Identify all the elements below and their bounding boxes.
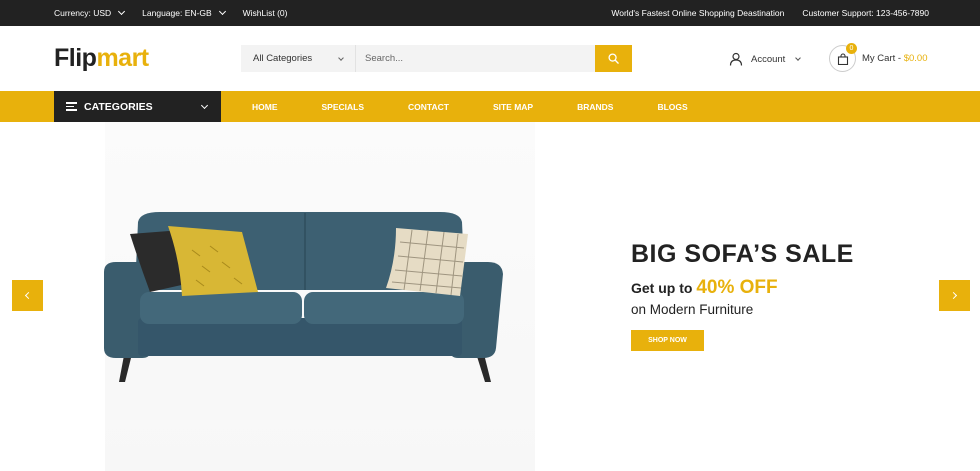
search-button[interactable] — [595, 45, 632, 72]
language-label: Language: EN-GB — [142, 8, 212, 18]
nav-menu: HOME SPECIALS CONTACT SITE MAP BRANDS BL… — [238, 91, 718, 122]
chevron-left-icon — [24, 291, 33, 300]
hero-slider: BIG SOFA’S SALE Get up to 40% OFF on Mod… — [0, 122, 980, 471]
menu-lines-icon — [66, 100, 77, 112]
tagline: World's Fastest Online Shopping Deastina… — [611, 8, 785, 18]
wishlist-label: WishList (0) — [242, 8, 288, 18]
shop-now-button[interactable]: SHOP NOW — [631, 330, 704, 351]
cart-count-badge: 0 — [846, 43, 857, 54]
chevron-down-icon — [338, 55, 344, 61]
chevron-down-icon — [218, 7, 226, 16]
nav-item-site-map[interactable]: SITE MAP — [493, 102, 533, 112]
chevron-down-icon — [118, 7, 126, 16]
categories-label: CATEGORIES — [84, 100, 153, 113]
nav-item-home[interactable]: HOME — [252, 102, 278, 112]
promo-subtitle: on Modern Furniture — [631, 302, 754, 317]
chevron-down-icon — [200, 101, 209, 110]
chevron-down-icon — [795, 54, 802, 61]
categories-button[interactable]: CATEGORIES — [54, 91, 221, 122]
user-icon — [729, 52, 743, 66]
account-label: Account — [751, 53, 786, 65]
sofa-image — [104, 212, 503, 382]
logo-text-flip: Flip — [54, 44, 97, 72]
search-bar: All Categories — [241, 45, 632, 72]
slider-next-button[interactable] — [939, 280, 970, 311]
shopping-bag-icon — [837, 52, 848, 65]
main-nav: CATEGORIES HOME SPECIALS CONTACT SITE MA… — [0, 91, 980, 122]
cart-icon-wrapper: 0 — [829, 43, 857, 72]
wishlist-link[interactable]: WishList (0) — [243, 8, 288, 18]
cart-label: My Cart - — [862, 53, 904, 64]
mini-cart[interactable]: 0 My Cart - $0.00 — [829, 43, 927, 72]
slider-prev-button[interactable] — [12, 280, 43, 311]
promo-discount: 40% OFF — [696, 277, 778, 298]
currency-selector[interactable]: Currency: USD — [54, 7, 126, 18]
cart-total: $0.00 — [903, 53, 928, 64]
chevron-right-icon — [949, 291, 958, 300]
top-bar: Currency: USD Language: EN-GB WishList (… — [0, 0, 980, 26]
cart-summary: My Cart - $0.00 — [862, 53, 927, 64]
nav-item-contact[interactable]: CONTACT — [408, 102, 449, 112]
nav-item-brands[interactable]: BRANDS — [577, 102, 613, 112]
promo-offer: Get up to 40% OFF — [631, 277, 854, 299]
promo-block: BIG SOFA’S SALE Get up to 40% OFF on Mod… — [631, 240, 854, 351]
logo-text-mart: mart — [96, 44, 149, 72]
currency-label: Currency: USD — [54, 8, 112, 18]
search-input[interactable] — [356, 45, 595, 72]
promo-offer-prefix: Get up to — [631, 280, 697, 296]
site-logo[interactable]: Flip mart — [54, 44, 149, 73]
nav-item-specials[interactable]: SPECIALS — [322, 102, 365, 112]
category-select[interactable]: All Categories — [241, 45, 356, 72]
customer-support: Customer Support: 123-456-7890 — [802, 8, 929, 18]
promo-title: BIG SOFA’S SALE — [631, 240, 854, 268]
category-select-value: All Categories — [253, 53, 313, 64]
nav-item-blogs[interactable]: BLOGS — [657, 102, 687, 112]
account-menu[interactable]: Account — [729, 49, 802, 69]
language-selector[interactable]: Language: EN-GB — [142, 7, 226, 18]
search-icon — [608, 53, 619, 64]
